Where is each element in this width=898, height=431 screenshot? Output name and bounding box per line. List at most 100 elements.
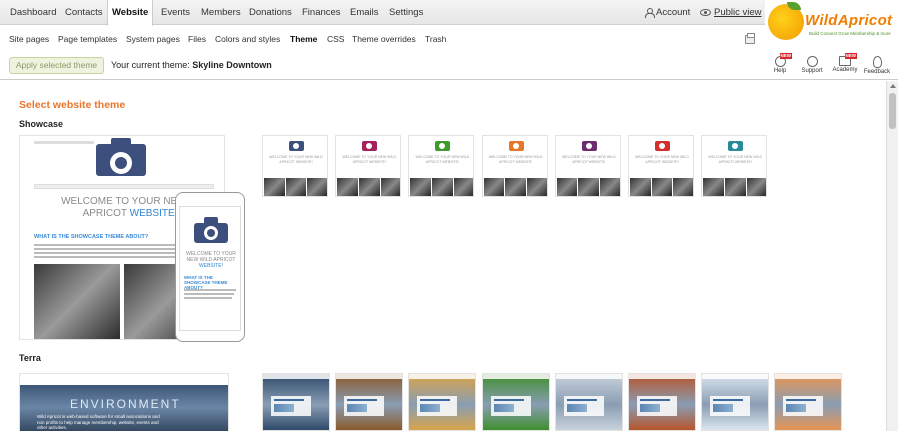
showcase-variant-thumb[interactable]: WELCOME TO YOUR NEW WILD APRICOT WEBSITE… <box>335 135 402 197</box>
terra-variant-thumb[interactable] <box>701 373 770 431</box>
support-label: Support <box>801 68 823 74</box>
thumb-photos <box>556 178 620 196</box>
thumb-welcome: WELCOME TO YOUR NEW WILD APRICOT WEBSITE… <box>269 155 323 164</box>
thumb-welcome: WELCOME TO YOUR NEW WILD APRICOT WEBSITE… <box>635 155 689 164</box>
terra-variant-thumb[interactable] <box>774 373 843 431</box>
thumb-welcome: WELCOME TO YOUR NEW WILD APRICOT WEBSITE… <box>415 155 470 164</box>
theme-gallery: Select website theme Showcase WELCOME TO… <box>0 81 886 431</box>
nav-events[interactable]: Events <box>157 0 194 25</box>
eye-icon <box>700 8 711 16</box>
preview-menu-bar <box>34 184 214 189</box>
thumb-photos <box>410 178 474 196</box>
camera-icon <box>96 138 146 176</box>
nav-emails[interactable]: Emails <box>346 0 383 25</box>
thumb-photos <box>483 178 547 196</box>
subnav-colors-and-styles[interactable]: Colors and styles <box>215 26 280 52</box>
showcase-variant-thumb[interactable]: WELCOME TO YOUR NEW WILD APRICOT WEBSITE… <box>408 135 475 197</box>
website-subnav: Site pages Page templates System pages F… <box>0 26 765 52</box>
preview-search-bar <box>34 141 94 144</box>
scrollbar-thumb[interactable] <box>889 93 896 129</box>
account-link[interactable]: Account <box>645 0 690 25</box>
nav-dashboard[interactable]: Dashboard <box>6 0 60 25</box>
academy-label: Academy <box>832 67 858 73</box>
terra-variant-thumb[interactable] <box>408 373 477 431</box>
feedback-tool[interactable]: Feedback <box>862 56 892 75</box>
print-icon[interactable] <box>745 33 755 44</box>
section-title-terra: Terra <box>19 353 41 363</box>
terra-variant-thumb[interactable] <box>554 373 623 431</box>
preview-tools-photo <box>34 264 120 339</box>
academy-tool[interactable]: NEW Academy <box>830 53 860 73</box>
current-theme-name: Skyline Downtown <box>192 60 272 70</box>
support-tool[interactable]: Support <box>797 56 827 74</box>
person-icon <box>645 7 655 18</box>
terra-hero-subtitle: Wild Apricot is web-based software for s… <box>37 414 160 430</box>
subnav-page-templates[interactable]: Page templates <box>58 26 117 52</box>
terra-large-preview[interactable]: ENVIRONMENT Wild Apricot is web-based so… <box>19 373 229 431</box>
showcase-variant-thumb[interactable]: WELCOME TO YOUR NEW WILD APRICOT WEBSITE… <box>701 135 768 197</box>
camera-icon <box>581 139 597 151</box>
new-badge: NEW <box>844 53 857 59</box>
current-theme-info: Your current theme: Skyline Downtown <box>111 60 272 70</box>
logo-tagline: Build Connect Grow Membership & more <box>809 31 891 36</box>
help-label: Help <box>773 68 787 74</box>
terra-variant-thumb[interactable] <box>335 373 404 431</box>
public-view-label: Public view <box>714 7 762 18</box>
theme-action-bar: Apply selected theme Your current theme:… <box>0 52 898 80</box>
terra-variant-thumb[interactable] <box>481 373 550 431</box>
help-tool[interactable]: NEW Help <box>765 53 795 74</box>
thumb-welcome: WELCOME TO YOUR NEW WILD APRICOT WEBSITE… <box>708 155 763 164</box>
thumb-photos <box>703 178 767 196</box>
nav-members[interactable]: Members <box>197 0 245 25</box>
camera-icon <box>508 139 524 151</box>
camera-icon <box>728 139 744 151</box>
thumb-welcome: WELCOME TO YOUR NEW WILD APRICOT WEBSITE… <box>561 155 616 164</box>
section-title-showcase: Showcase <box>19 119 64 129</box>
nav-donations[interactable]: Donations <box>245 0 296 25</box>
camera-icon <box>194 217 228 243</box>
terra-variant-thumb[interactable] <box>262 373 330 431</box>
account-label: Account <box>656 7 691 18</box>
showcase-variant-thumb[interactable]: WELCOME TO YOUR NEW WILD APRICOT WEBSITE… <box>628 135 694 197</box>
thumb-welcome: WELCOME TO YOUR NEW WILD APRICOT WEBSITE… <box>342 155 397 164</box>
preview-about-heading: WHAT IS THE SHOWCASE THEME ABOUT? <box>34 234 149 240</box>
apply-selected-theme-button[interactable]: Apply selected theme <box>9 57 104 74</box>
subnav-theme[interactable]: Theme <box>290 26 317 52</box>
subnav-trash[interactable]: Trash <box>425 26 446 52</box>
public-view-link[interactable]: Public view <box>700 0 762 25</box>
subnav-files[interactable]: Files <box>188 26 206 52</box>
phone-heading: WHAT IS THE SHOWCASE THEME ABOUT? <box>184 275 228 290</box>
subnav-theme-overrides[interactable]: Theme overrides <box>352 26 416 52</box>
terra-variant-thumb[interactable] <box>628 373 696 431</box>
nav-contacts[interactable]: Contacts <box>61 0 107 25</box>
top-navigation: Dashboard Contacts Website Events Member… <box>0 0 765 26</box>
phone-welcome: WELCOME TO YOUR NEW WILD APRICOT WEBSITE… <box>186 251 236 269</box>
camera-icon <box>655 139 670 151</box>
subnav-system-pages[interactable]: System pages <box>126 26 180 52</box>
showcase-variant-thumb[interactable]: WELCOME TO YOUR NEW WILD APRICOT WEBSITE… <box>554 135 621 197</box>
nav-settings[interactable]: Settings <box>385 0 427 25</box>
nav-website[interactable]: Website <box>107 0 154 26</box>
bulb-icon <box>872 56 882 68</box>
current-theme-prefix: Your current theme: <box>111 60 190 70</box>
showcase-variant-thumb[interactable]: WELCOME TO YOUR NEW WILD APRICOT WEBSITE… <box>262 135 328 197</box>
feedback-label: Feedback <box>863 69 891 75</box>
vertical-scrollbar[interactable] <box>886 81 898 431</box>
nav-finances[interactable]: Finances <box>298 0 345 25</box>
showcase-variant-thumb[interactable]: WELCOME TO YOUR NEW WILD APRICOT WEBSITE… <box>481 135 548 197</box>
subnav-site-pages[interactable]: Site pages <box>9 26 49 52</box>
thumb-photos <box>630 178 693 196</box>
camera-icon <box>362 139 378 151</box>
new-badge: NEW <box>779 53 792 59</box>
wildapricot-logo[interactable]: WildApricot Build Connect Grow Membershi… <box>765 0 898 52</box>
scroll-up-arrow-icon[interactable] <box>890 84 896 88</box>
globe-icon <box>806 56 818 67</box>
logo-name: WildApricot <box>805 12 893 29</box>
camera-icon <box>435 139 451 151</box>
subnav-css[interactable]: CSS <box>327 26 344 52</box>
thumb-photos <box>337 178 401 196</box>
thumb-welcome: WELCOME TO YOUR NEW WILD APRICOT WEBSITE… <box>488 155 543 164</box>
camera-icon <box>289 139 304 151</box>
terra-hero-title: ENVIRONMENT <box>70 397 181 411</box>
thumb-photos <box>264 178 327 196</box>
